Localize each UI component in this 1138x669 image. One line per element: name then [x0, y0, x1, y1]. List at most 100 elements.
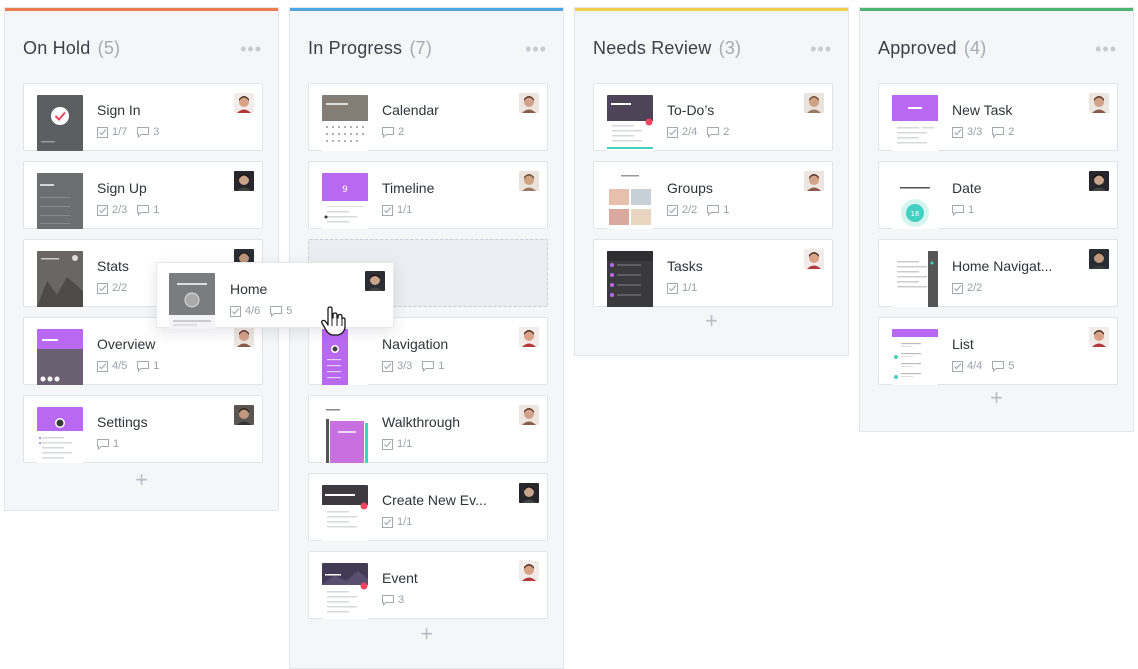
assignee-avatar[interactable] — [519, 405, 539, 425]
task-card[interactable]: 16 Date 1 — [878, 161, 1118, 229]
card-thumbnail — [322, 329, 368, 385]
card-meta: 3/3 2 — [952, 126, 1024, 138]
dragging-card-home[interactable]: Home 4/6 5 — [156, 262, 394, 329]
assignee-avatar[interactable] — [1089, 171, 1109, 191]
card-thumbnail — [37, 407, 83, 463]
card-thumbnail — [607, 251, 653, 307]
column-count: (3) — [718, 38, 742, 58]
column-title: In Progress (7) — [308, 38, 433, 58]
card-thumbnail — [892, 251, 938, 307]
assignee-avatar[interactable] — [234, 405, 254, 425]
assignee-avatar[interactable] — [1089, 249, 1109, 269]
task-card[interactable]: Create New Ev... 1/1 — [308, 473, 548, 541]
task-count: 2/2 — [952, 282, 982, 294]
add-card-button[interactable]: + — [290, 623, 563, 645]
more-options-icon[interactable]: ••• — [240, 40, 262, 58]
card-meta: 3/3 1 — [382, 360, 454, 372]
task-count: 1/1 — [382, 204, 412, 216]
card-title: Settings — [97, 414, 148, 430]
comment-count: 2 — [707, 126, 729, 138]
card-title: New Task — [952, 102, 1013, 118]
card-meta: 1 — [97, 438, 129, 450]
checkbox-icon — [667, 282, 678, 294]
task-card[interactable]: New Task 3/3 2 — [878, 83, 1118, 151]
card-meta: 2/2 — [97, 282, 137, 294]
card-meta: 1/1 — [382, 204, 422, 216]
assignee-avatar[interactable] — [234, 93, 254, 113]
card-thumbnail — [37, 95, 83, 151]
more-options-icon[interactable]: ••• — [525, 40, 547, 58]
card-title: Tasks — [667, 258, 703, 274]
checkbox-icon — [97, 282, 108, 294]
comment-count: 1 — [952, 204, 974, 216]
card-thumbnail — [322, 485, 368, 541]
comment-count: 1 — [422, 360, 444, 372]
column-title: On Hold (5) — [23, 38, 121, 58]
card-meta: 4/5 1 — [97, 360, 169, 372]
card-title: Stats — [97, 258, 129, 274]
card-title: Calendar — [382, 102, 439, 118]
checkbox-icon — [97, 204, 108, 216]
column-in-progress: In Progress (7) ••• Calendar 2 9 Timelin… — [289, 7, 564, 669]
card-thumbnail: 9 — [322, 173, 368, 229]
checkbox-icon — [952, 360, 963, 372]
card-title: Navigation — [382, 336, 449, 352]
assignee-avatar[interactable] — [234, 327, 254, 347]
card-meta: 4/6 5 — [230, 305, 302, 317]
task-card[interactable]: List 4/4 5 — [878, 317, 1118, 385]
assignee-avatar[interactable] — [804, 93, 824, 113]
task-card[interactable]: Settings 1 — [23, 395, 263, 463]
assignee-avatar[interactable] — [519, 483, 539, 503]
task-count: 2/3 — [97, 204, 127, 216]
column-header: On Hold (5) ••• — [5, 11, 278, 81]
assignee-avatar[interactable] — [365, 271, 385, 291]
assignee-avatar[interactable] — [804, 171, 824, 191]
card-thumbnail — [607, 95, 653, 151]
task-card[interactable]: Sign In 1/7 3 — [23, 83, 263, 151]
task-card[interactable]: Tasks 1/1 — [593, 239, 833, 307]
task-card[interactable]: Calendar 2 — [308, 83, 548, 151]
checkbox-icon — [382, 438, 393, 450]
card-meta: 2/2 — [952, 282, 992, 294]
card-thumbnail — [892, 329, 938, 385]
task-card[interactable]: Home Navigat... 2/2 — [878, 239, 1118, 307]
add-card-button[interactable]: + — [860, 387, 1133, 409]
assignee-avatar[interactable] — [1089, 93, 1109, 113]
task-card[interactable]: Groups 2/2 1 — [593, 161, 833, 229]
assignee-avatar[interactable] — [234, 171, 254, 191]
comment-count: 1 — [97, 438, 119, 450]
assignee-avatar[interactable] — [1089, 327, 1109, 347]
comment-count: 5 — [992, 360, 1014, 372]
more-options-icon[interactable]: ••• — [810, 40, 832, 58]
comment-count: 3 — [382, 594, 404, 606]
task-count: 4/5 — [97, 360, 127, 372]
add-card-button[interactable]: + — [575, 310, 848, 332]
task-card[interactable]: To-Do’s 2/4 2 — [593, 83, 833, 151]
task-card[interactable]: Walkthrough 1/1 — [308, 395, 548, 463]
task-count: 2/4 — [667, 126, 697, 138]
add-card-button[interactable]: + — [5, 469, 278, 491]
task-card[interactable]: Sign Up 2/3 1 — [23, 161, 263, 229]
assignee-avatar[interactable] — [519, 171, 539, 191]
more-options-icon[interactable]: ••• — [1095, 40, 1117, 58]
column-on-hold: On Hold (5) ••• Sign In 1/7 3 Sign Up 2/3… — [4, 7, 279, 511]
card-title: Groups — [667, 180, 713, 196]
task-card[interactable]: 9 Timeline 1/1 — [308, 161, 548, 229]
card-meta: 3 — [382, 594, 414, 606]
column-title: Approved (4) — [878, 38, 987, 58]
card-title: Event — [382, 570, 418, 586]
card-thumbnail — [37, 329, 83, 385]
task-card[interactable]: Event 3 — [308, 551, 548, 619]
card-meta: 1/7 3 — [97, 126, 169, 138]
task-count: 1/1 — [382, 516, 412, 528]
task-count: 4/4 — [952, 360, 982, 372]
task-count: 1/1 — [382, 438, 412, 450]
assignee-avatar[interactable] — [519, 327, 539, 347]
card-title: Date — [952, 180, 982, 196]
comment-icon — [422, 360, 435, 372]
assignee-avatar[interactable] — [519, 93, 539, 113]
assignee-avatar[interactable] — [804, 249, 824, 269]
assignee-avatar[interactable] — [519, 561, 539, 581]
checkbox-icon — [382, 204, 393, 216]
comment-icon — [992, 360, 1005, 372]
